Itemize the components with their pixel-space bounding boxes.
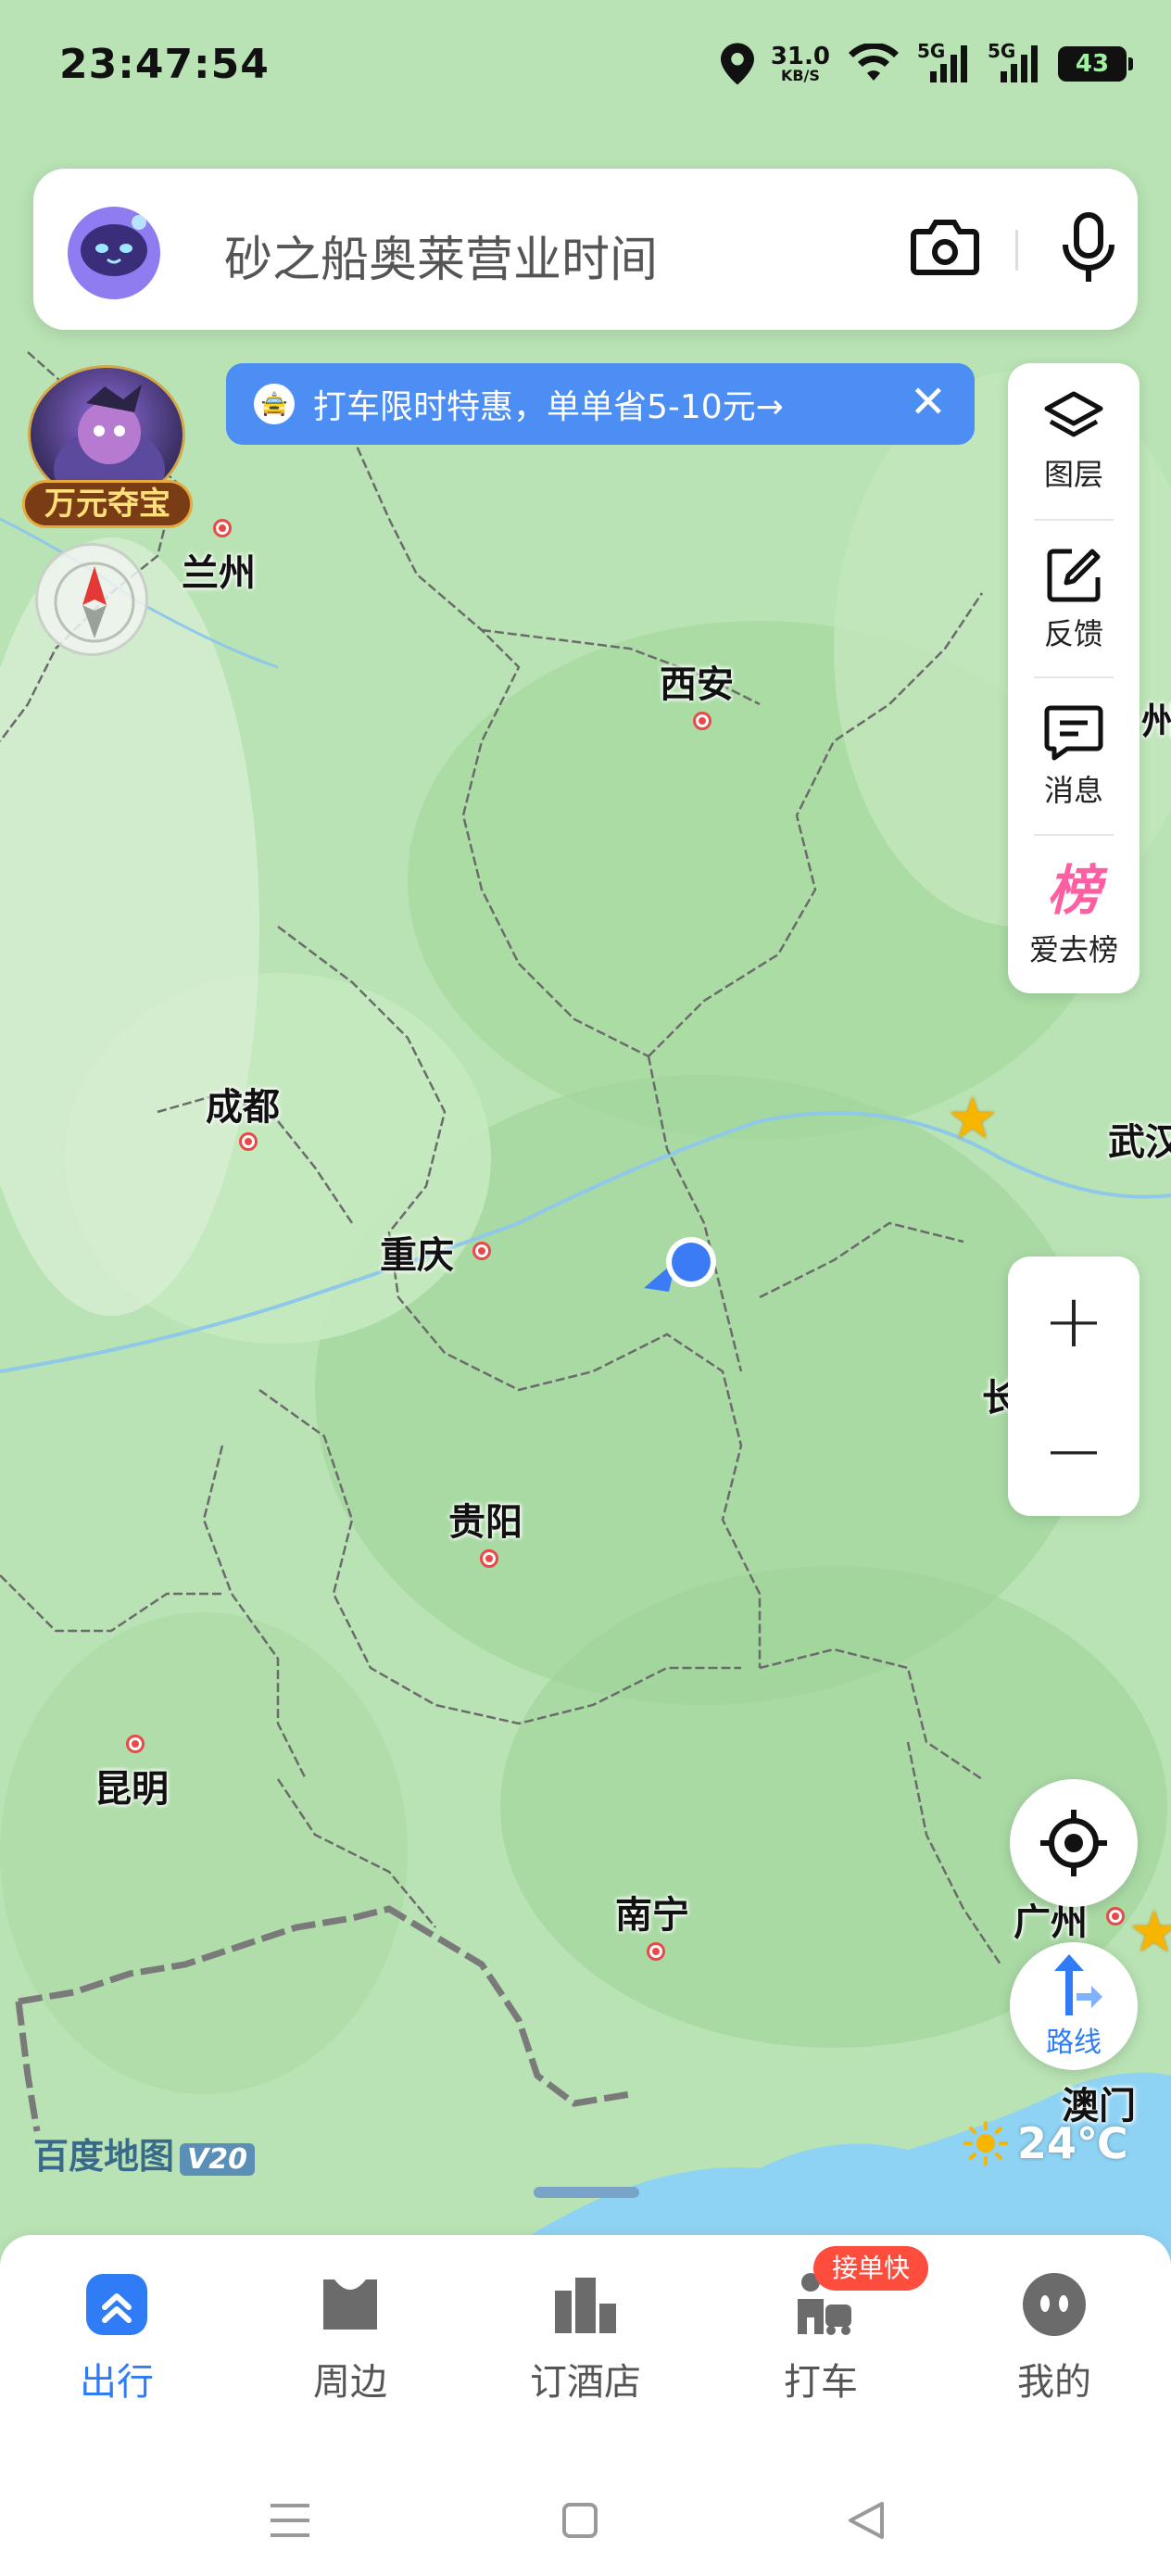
nav-nearby[interactable]: 周边 xyxy=(267,2268,434,2417)
nav-label: 我的 xyxy=(1017,2361,1091,2404)
camera-icon[interactable] xyxy=(910,217,980,278)
tool-label: 反馈 xyxy=(1043,616,1103,651)
microphone-icon[interactable] xyxy=(1054,211,1123,285)
city-dot-chongqing[interactable] xyxy=(472,1242,491,1260)
sheet-drag-handle[interactable] xyxy=(534,2187,639,2198)
layers-icon xyxy=(1044,391,1103,437)
nav-label: 订酒店 xyxy=(530,2361,641,2404)
taxi-promo-icon: 🚖 xyxy=(254,384,295,424)
wifi-icon xyxy=(849,44,899,81)
compass-icon[interactable] xyxy=(35,543,148,656)
taxi-badge: 接单快 xyxy=(813,2246,929,2291)
zoom-out-button[interactable]: − xyxy=(1008,1386,1140,1516)
city-dot-nanning[interactable] xyxy=(647,1942,665,1961)
signal-icon-1: 5G xyxy=(917,40,971,84)
city-label-nanning[interactable]: 南宁 xyxy=(615,1885,689,1938)
net-speed: 31.0 KB/S xyxy=(770,43,830,84)
battery-icon: 43 xyxy=(1058,46,1133,82)
city-label-chongqing[interactable]: 重庆 xyxy=(380,1225,454,1279)
bottom-nav: 出行 周边 订酒店 打车 我的 xyxy=(0,2235,1171,2457)
system-nav-bar xyxy=(0,2457,1171,2576)
sun-icon xyxy=(963,2121,1008,2166)
city-dot-xian[interactable] xyxy=(693,712,711,730)
map-tools-panel: 图层 反馈 消息 榜 爱去榜 xyxy=(1008,363,1140,993)
route-arrow-icon xyxy=(1054,1954,1102,2015)
tool-messages[interactable]: 消息 xyxy=(1008,678,1140,836)
status-icons: 31.0 KB/S 5G 5G 43 xyxy=(720,40,1133,85)
map-watermark: 百度地图 V20 xyxy=(33,2128,255,2178)
travel-icon xyxy=(81,2268,153,2341)
weather-widget[interactable]: 24℃ xyxy=(963,2118,1128,2168)
signal-icon-2: 5G xyxy=(988,40,1041,84)
promo-banner[interactable]: 🚖 打车限时特惠，单单省5-10元→ ✕ xyxy=(226,363,975,445)
city-dot-guangzhou[interactable] xyxy=(1106,1907,1125,1926)
status-time: 23:47:54 xyxy=(59,41,270,88)
nav-label: 周边 xyxy=(313,2361,387,2404)
locate-me-button[interactable] xyxy=(1010,1779,1138,1907)
tool-label: 消息 xyxy=(1043,773,1103,808)
tool-label: 爱去榜 xyxy=(1028,932,1118,967)
city-label-chengdu[interactable]: 成都 xyxy=(206,1077,280,1130)
nav-label: 打车 xyxy=(784,2361,858,2404)
zoom-in-button[interactable]: + xyxy=(1008,1256,1140,1386)
search-divider xyxy=(1015,230,1018,271)
search-input[interactable]: 砂之船奥莱营业时间 xyxy=(224,221,658,290)
city-dot-chengdu[interactable] xyxy=(239,1132,258,1151)
tool-label: 图层 xyxy=(1043,457,1103,492)
nav-taxi[interactable]: 打车 xyxy=(737,2268,904,2417)
favorite-star-icon-2[interactable]: ★ xyxy=(1128,1903,1171,1961)
nav-profile[interactable]: 我的 xyxy=(971,2268,1138,2417)
edit-icon xyxy=(1047,549,1101,602)
nav-hotel[interactable]: 订酒店 xyxy=(502,2268,669,2417)
profile-icon xyxy=(1018,2268,1090,2341)
treasure-widget[interactable]: 万元夺宝 xyxy=(22,365,193,534)
nav-travel[interactable]: 出行 xyxy=(33,2268,200,2417)
close-icon[interactable]: ✕ xyxy=(910,380,947,424)
city-label-wuhan[interactable]: 武汉 xyxy=(1108,1112,1171,1166)
assistant-robot-icon[interactable] xyxy=(65,204,163,302)
weather-temp: 24℃ xyxy=(1017,2118,1128,2168)
tool-ranking[interactable]: 榜 爱去榜 xyxy=(1008,836,1140,993)
home-icon[interactable] xyxy=(561,2502,598,2539)
back-icon[interactable] xyxy=(845,2500,886,2541)
tool-feedback[interactable]: 反馈 xyxy=(1008,521,1140,678)
route-button[interactable]: 路线 xyxy=(1010,1942,1138,2070)
crosshair-icon xyxy=(1040,1810,1107,1876)
tool-layers[interactable]: 图层 xyxy=(1008,363,1140,521)
nav-label: 出行 xyxy=(80,2361,154,2404)
city-dot-kunming[interactable] xyxy=(126,1735,145,1753)
favorite-star-icon[interactable]: ★ xyxy=(947,1090,999,1147)
message-icon xyxy=(1044,705,1103,761)
city-label-xian[interactable]: 西安 xyxy=(660,654,734,708)
search-bar[interactable]: 砂之船奥莱营业时间 xyxy=(33,169,1138,330)
city-label-zhengzhou[interactable]: 州 xyxy=(1141,691,1171,745)
city-label-lanzhou[interactable]: 兰州 xyxy=(182,543,256,597)
hotel-icon xyxy=(549,2268,622,2341)
location-pin-icon xyxy=(720,43,754,85)
nearby-icon xyxy=(314,2268,386,2341)
promo-banner-text[interactable]: 打车限时特惠，单单省5-10元→ xyxy=(313,380,784,428)
city-dot-lanzhou[interactable] xyxy=(213,519,232,537)
city-dot-guiyang[interactable] xyxy=(480,1549,498,1568)
city-label-kunming[interactable]: 昆明 xyxy=(94,1759,169,1812)
menu-icon[interactable] xyxy=(269,2502,311,2539)
route-label: 路线 xyxy=(1046,2027,1102,2059)
ranking-icon: 榜 xyxy=(1046,859,1101,922)
zoom-control: + − xyxy=(1008,1256,1140,1516)
city-label-guiyang[interactable]: 贵阳 xyxy=(448,1492,523,1546)
treasure-label[interactable]: 万元夺宝 xyxy=(22,480,193,528)
